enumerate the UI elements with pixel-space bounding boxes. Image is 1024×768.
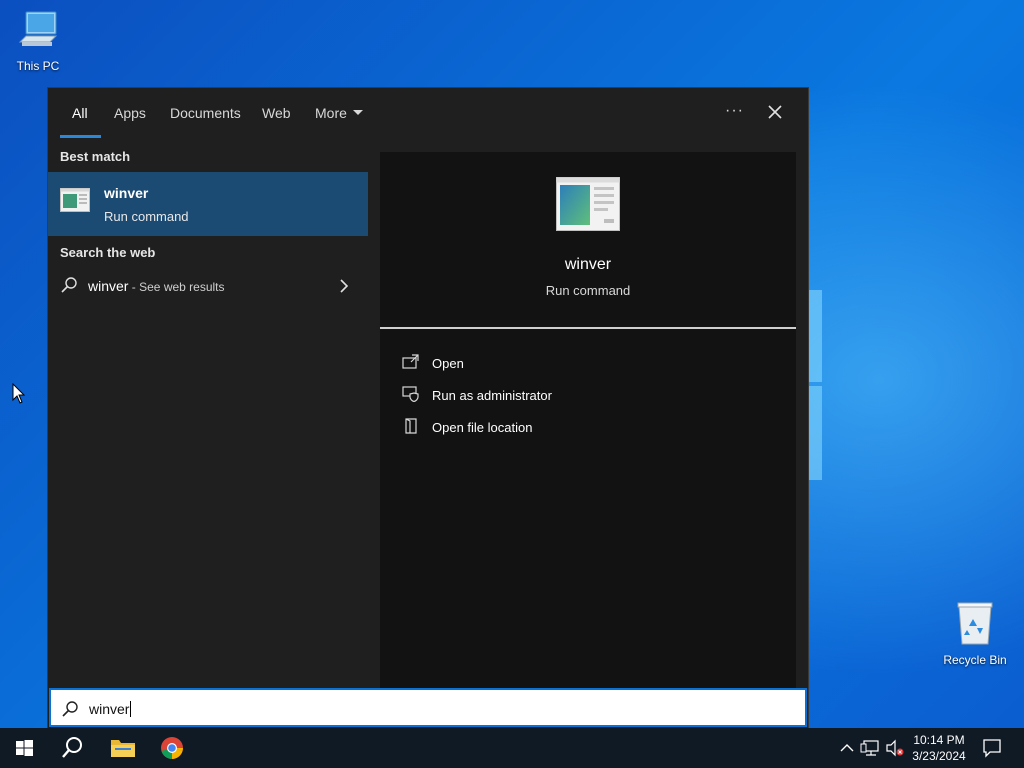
clock-time: 10:14 PM [913,733,965,747]
action-label: Run as administrator [432,388,552,403]
result-type: Run command [104,209,189,224]
search-icon [61,700,79,723]
taskbar: 10:14 PM 3/23/2024 [0,728,1024,768]
text-caret [130,701,132,718]
web-results-hint: - See web results [128,280,225,294]
run-as-admin-icon [402,386,420,407]
action-open-file-location[interactable]: Open file location [380,412,796,442]
wallpaper-logo-glow [808,290,822,480]
action-center-button[interactable] [980,728,1004,768]
results-list: Best match winver Run command Search the… [48,140,368,688]
search-icon [62,737,82,758]
tab-web[interactable]: Web [262,105,291,121]
tab-more[interactable]: More [315,105,363,121]
winver-app-icon [60,188,90,217]
show-hidden-icons[interactable] [838,728,856,768]
tab-apps[interactable]: Apps [114,105,146,121]
action-run-as-administrator[interactable]: Run as administrator [380,380,796,410]
file-explorer-button[interactable] [98,728,146,768]
action-label: Open [432,356,464,371]
tab-documents[interactable]: Documents [170,105,241,121]
network-icon[interactable] [860,728,882,768]
mouse-pointer-icon [12,382,26,410]
clock-date: 3/23/2024 [912,749,966,763]
recycle-bin-icon [937,600,1013,649]
action-center-icon [983,739,1001,758]
web-search-result[interactable]: winver - See web results [48,268,368,304]
file-location-icon [402,418,420,439]
action-open[interactable]: Open [380,348,796,378]
search-input[interactable]: winver [49,688,807,727]
chevron-down-icon [352,109,363,115]
result-name: winver [104,185,149,201]
tab-more-label: More [315,105,347,121]
preview-app-name: winver [564,256,612,273]
preview-app-type: Run command [545,283,631,298]
search-input-value: winver [89,701,130,717]
chrome-button[interactable] [148,728,196,768]
start-button[interactable] [0,728,48,768]
chevron-right-icon[interactable] [338,278,350,299]
volume-muted-icon[interactable] [884,728,906,768]
preview-pane: winver Run command Open Run as administr… [380,152,796,688]
search-web-heading: Search the web [60,245,156,260]
taskbar-search-button[interactable] [48,728,96,768]
active-tab-indicator [60,135,101,138]
desktop-icon-label: Recycle Bin [943,653,1007,667]
chrome-icon [161,737,183,759]
preview-divider [380,327,796,329]
close-icon[interactable] [765,102,785,122]
tab-all[interactable]: All [72,105,88,121]
this-pc-icon [0,8,76,55]
system-clock[interactable]: 10:14 PM 3/23/2024 [906,732,972,764]
start-icon [16,740,33,756]
best-match-result[interactable]: winver Run command [48,172,368,236]
web-query: winver [88,278,129,294]
desktop-icon-label: This PC [16,59,60,73]
file-explorer-icon [111,740,135,757]
preview-header: winver Run command [380,152,796,326]
desktop-icon-this-pc[interactable]: This PC [0,8,76,73]
search-tab-bar: All Apps Documents Web More ··· [48,88,808,140]
search-panel: All Apps Documents Web More ··· Best mat… [48,88,808,728]
winver-large-icon [556,177,620,236]
action-label: Open file location [432,420,533,435]
desktop-icon-recycle-bin[interactable]: Recycle Bin [937,600,1013,667]
more-options-button[interactable]: ··· [725,102,744,120]
open-icon [402,354,420,375]
search-icon [60,276,78,299]
best-match-heading: Best match [60,149,131,164]
